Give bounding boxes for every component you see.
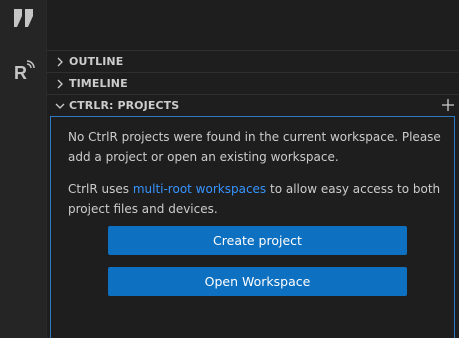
explorer-icon[interactable] (0, 8, 47, 28)
sidebar-top-area (47, 0, 459, 50)
no-projects-message: No CtrlR projects were found in the curr… (68, 130, 441, 164)
workspace-info-message: CtrlR uses multi-root workspaces to allo… (68, 179, 442, 219)
chevron-down-icon (51, 102, 69, 110)
section-timeline[interactable]: TIMELINE (47, 72, 459, 94)
chevron-right-icon (51, 79, 69, 89)
ctrlr-icon[interactable]: R (0, 60, 47, 82)
create-project-button[interactable]: Create project (108, 226, 407, 255)
open-workspace-button[interactable]: Open Workspace (108, 267, 407, 296)
workspace-info-prefix: CtrlR uses (68, 182, 133, 196)
section-outline[interactable]: OUTLINE (47, 50, 459, 72)
svg-text:R: R (14, 63, 27, 82)
section-timeline-title: TIMELINE (69, 77, 128, 90)
multi-root-workspaces-link[interactable]: multi-root workspaces (133, 182, 266, 196)
section-projects[interactable]: CTRLR: PROJECTS (47, 94, 459, 116)
section-outline-title: OUTLINE (69, 55, 124, 68)
activity-bar: R (0, 0, 47, 338)
section-projects-title: CTRLR: PROJECTS (69, 99, 180, 112)
add-project-plus-icon[interactable] (439, 96, 457, 114)
projects-welcome-panel: No CtrlR projects were found in the curr… (50, 116, 455, 338)
chevron-right-icon (51, 57, 69, 67)
